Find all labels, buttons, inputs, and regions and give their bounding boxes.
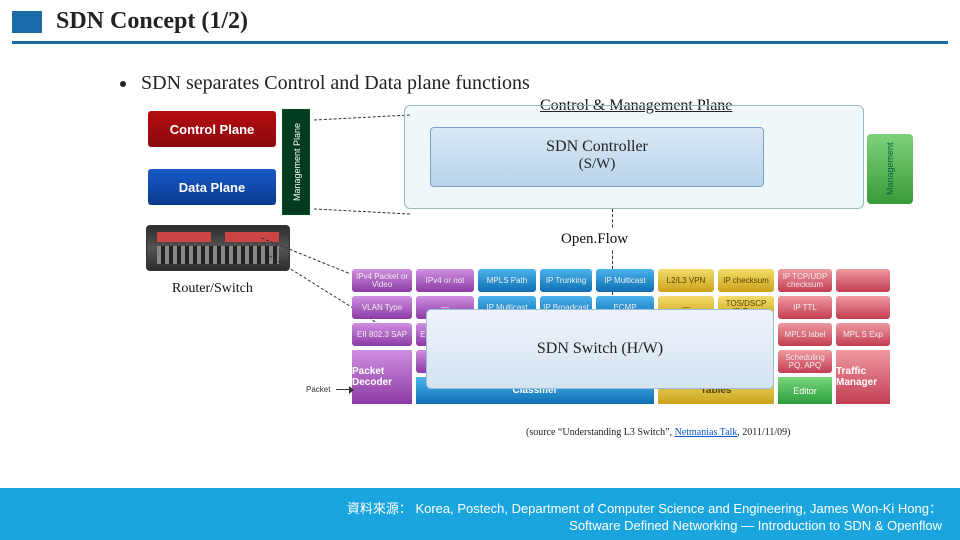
main-bullet: SDN separates Control and Data plane fun…	[120, 72, 960, 95]
controller-line2: (S/W)	[431, 156, 763, 173]
dashed-connector	[314, 208, 410, 214]
source-prefix: (source “Understanding L3 Switch”,	[526, 427, 675, 438]
grid-cell: IPv4 or not	[416, 269, 474, 292]
openflow-label: Open.Flow	[554, 229, 635, 250]
grid-cell	[836, 296, 890, 319]
grid-cell: Scheduling PQ, APQ	[778, 350, 832, 373]
management-stub-label: Management	[867, 134, 913, 204]
grid-cell: L2/L3 VPN	[658, 269, 714, 292]
bullet-text: SDN separates Control and Data plane fun…	[141, 72, 530, 94]
packet-decoder-block: Packet Decoder	[352, 350, 412, 404]
data-plane-box: Data Plane	[148, 169, 276, 205]
dashed-connector	[314, 114, 410, 120]
grid-cell: IP TTL	[778, 296, 832, 319]
page-title: SDN Concept (1/2)	[56, 8, 248, 35]
sdn-switch-box: SDN Switch (H/W)	[426, 309, 774, 389]
title-bar: SDN Concept (1/2)	[12, 0, 948, 44]
router-switch-icon	[146, 225, 290, 271]
source-link[interactable]: Netmanias Talk	[675, 427, 738, 438]
grid-cell: VLAN Type	[352, 296, 412, 319]
footer-line-1: 資料來源： Korea, Postech, Department of Comp…	[347, 498, 942, 517]
grid-cell: MPL S Exp	[836, 323, 890, 346]
footer-bar: 資料來源： Korea, Postech, Department of Comp…	[0, 488, 960, 540]
title-accent	[12, 11, 42, 33]
sdn-diagram: Control Plane Data Plane Management Plan…	[150, 105, 870, 445]
source-citation: (source “Understanding L3 Switch”, Netma…	[526, 427, 790, 438]
grid-cell: IP checksum	[718, 269, 774, 292]
packet-in-label: Packet	[306, 385, 330, 394]
bullet-icon	[120, 81, 126, 87]
grid-cell: MPLS Path	[478, 269, 536, 292]
sdn-controller-box: SDN Controller (S/W)	[430, 127, 764, 187]
grid-cell: MPLS label	[778, 323, 832, 346]
traffic-manager-block: Traffic Manager	[836, 350, 890, 404]
source-suffix: , 2011/11/09)	[737, 427, 790, 438]
editor-block: Editor	[778, 377, 832, 404]
grid-cell: IP TCP/UDP checksum	[778, 269, 832, 292]
management-plane-box: Management Plane	[282, 109, 310, 215]
controller-line1: SDN Controller	[546, 138, 648, 155]
router-switch-label: Router/Switch	[172, 281, 253, 297]
arrow-right-icon	[336, 389, 350, 390]
grid-cell: IP Trunking	[540, 269, 592, 292]
grid-cell: IP Multicast	[596, 269, 654, 292]
grid-cell: IPv4 Packet or Video	[352, 269, 412, 292]
grid-cell	[836, 269, 890, 292]
footer-line-2: Software Defined Networking — Introducti…	[569, 518, 942, 533]
control-plane-box: Control Plane	[148, 111, 276, 147]
grid-cell: EII 802.3 SAP	[352, 323, 412, 346]
management-stub: Management	[867, 134, 913, 204]
management-plane-label: Management Plane	[283, 110, 311, 214]
